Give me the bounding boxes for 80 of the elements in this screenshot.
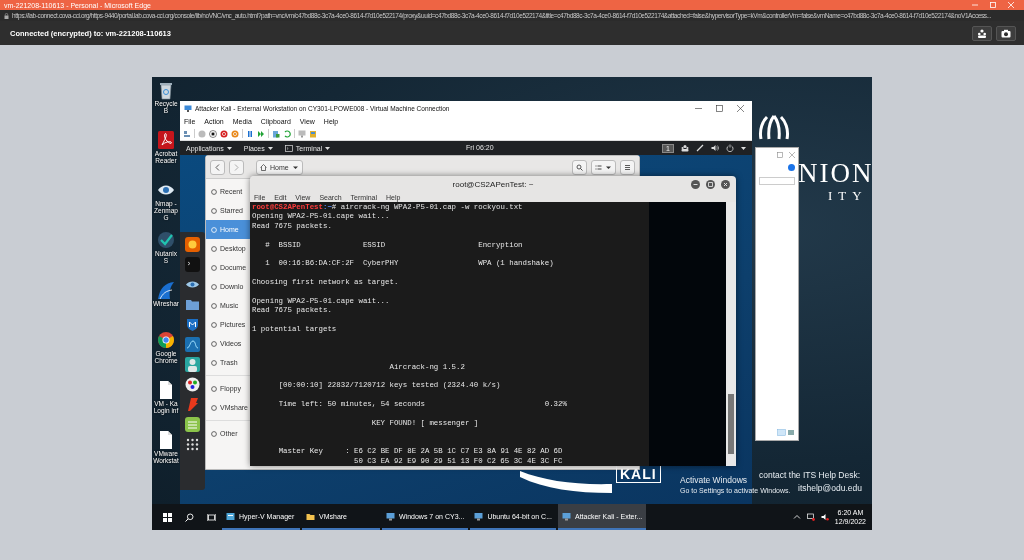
play-icon[interactable] bbox=[257, 129, 265, 138]
bin-icon[interactable] bbox=[157, 80, 175, 100]
server-icon bbox=[226, 511, 235, 521]
help-text: contact the ITS Help Desk: bbox=[759, 470, 861, 480]
search-field[interactable] bbox=[759, 177, 795, 185]
back-icon bbox=[214, 163, 221, 171]
window-title: root@CS2APenTest: ~ bbox=[452, 179, 534, 189]
circle-icon bbox=[211, 404, 217, 411]
minimize-icon[interactable] bbox=[691, 180, 700, 189]
pen-icon[interactable] bbox=[696, 144, 704, 152]
circle-icon bbox=[211, 302, 217, 309]
wave-icon[interactable] bbox=[185, 337, 200, 352]
close-icon[interactable] bbox=[737, 105, 744, 112]
fin-icon[interactable] bbox=[157, 280, 175, 300]
scrollbar-thumb[interactable] bbox=[728, 394, 734, 454]
people-icon bbox=[977, 28, 987, 38]
help-email: itshelp@odu.edu bbox=[798, 483, 862, 493]
close-icon[interactable] bbox=[721, 180, 730, 189]
settings-button[interactable] bbox=[972, 25, 992, 41]
shield-icon[interactable] bbox=[185, 317, 200, 332]
caret-icon[interactable] bbox=[741, 146, 746, 150]
ring-icon[interactable] bbox=[157, 330, 175, 350]
circle-icon bbox=[211, 245, 217, 252]
folder-icon bbox=[306, 511, 315, 521]
monitor-icon bbox=[474, 511, 484, 521]
flame-icon[interactable] bbox=[185, 397, 200, 412]
search-icon bbox=[184, 512, 194, 522]
task-view-icon bbox=[206, 512, 216, 522]
forward-icon bbox=[233, 163, 240, 171]
menu-button[interactable] bbox=[620, 159, 635, 175]
notes-icon[interactable] bbox=[185, 417, 200, 432]
circle-icon bbox=[211, 226, 217, 233]
speaker-icon[interactable] bbox=[820, 513, 829, 521]
document-icon[interactable] bbox=[157, 430, 175, 450]
windows-icon bbox=[162, 512, 172, 522]
undo-icon[interactable] bbox=[283, 129, 291, 138]
activation-title: Activate Windows bbox=[680, 475, 748, 485]
check-icon[interactable] bbox=[157, 230, 175, 250]
monitor-icon bbox=[184, 105, 192, 112]
lock-icon bbox=[4, 12, 9, 19]
power-icon[interactable] bbox=[726, 144, 734, 152]
search-icon bbox=[576, 163, 583, 171]
folder-icon[interactable] bbox=[185, 297, 200, 312]
dots-icon[interactable] bbox=[185, 377, 200, 392]
circle-icon bbox=[211, 359, 217, 366]
minimize-icon[interactable] bbox=[695, 105, 702, 112]
circle-icon bbox=[211, 188, 217, 195]
camera-icon bbox=[1001, 28, 1011, 38]
circle-icon bbox=[211, 321, 217, 328]
circle-icon bbox=[211, 385, 217, 392]
circle-icon bbox=[211, 430, 217, 437]
speaker-icon[interactable] bbox=[711, 144, 719, 152]
stop-icon[interactable] bbox=[209, 129, 217, 138]
circle-icon bbox=[211, 207, 217, 214]
home-icon bbox=[260, 163, 267, 171]
chevron-icon[interactable] bbox=[792, 513, 801, 521]
document-icon[interactable] bbox=[157, 130, 175, 150]
info-icon[interactable] bbox=[788, 164, 795, 171]
crown-icon bbox=[757, 115, 791, 141]
circle-icon bbox=[211, 283, 217, 290]
caret-icon bbox=[325, 146, 331, 150]
caret-icon bbox=[267, 146, 273, 150]
monitor-icon bbox=[386, 511, 395, 521]
people-icon[interactable] bbox=[681, 144, 689, 152]
circle-icon bbox=[211, 340, 217, 347]
screenshot-button[interactable] bbox=[996, 25, 1016, 41]
circle-icon bbox=[211, 264, 217, 271]
list-icon bbox=[595, 163, 602, 171]
maximize-icon[interactable] bbox=[706, 180, 715, 189]
maximize-icon[interactable] bbox=[716, 105, 723, 112]
monitor-icon bbox=[561, 511, 571, 521]
document-icon[interactable] bbox=[157, 380, 175, 400]
figure-icon[interactable] bbox=[185, 357, 200, 372]
pause-icon[interactable] bbox=[246, 129, 254, 138]
caret-icon bbox=[226, 146, 232, 150]
menu-icon bbox=[624, 163, 631, 171]
flame-icon[interactable] bbox=[185, 237, 200, 252]
network-icon[interactable] bbox=[806, 513, 815, 521]
logo-text: ITY bbox=[828, 188, 868, 204]
clipboard-icon[interactable] bbox=[272, 129, 280, 138]
